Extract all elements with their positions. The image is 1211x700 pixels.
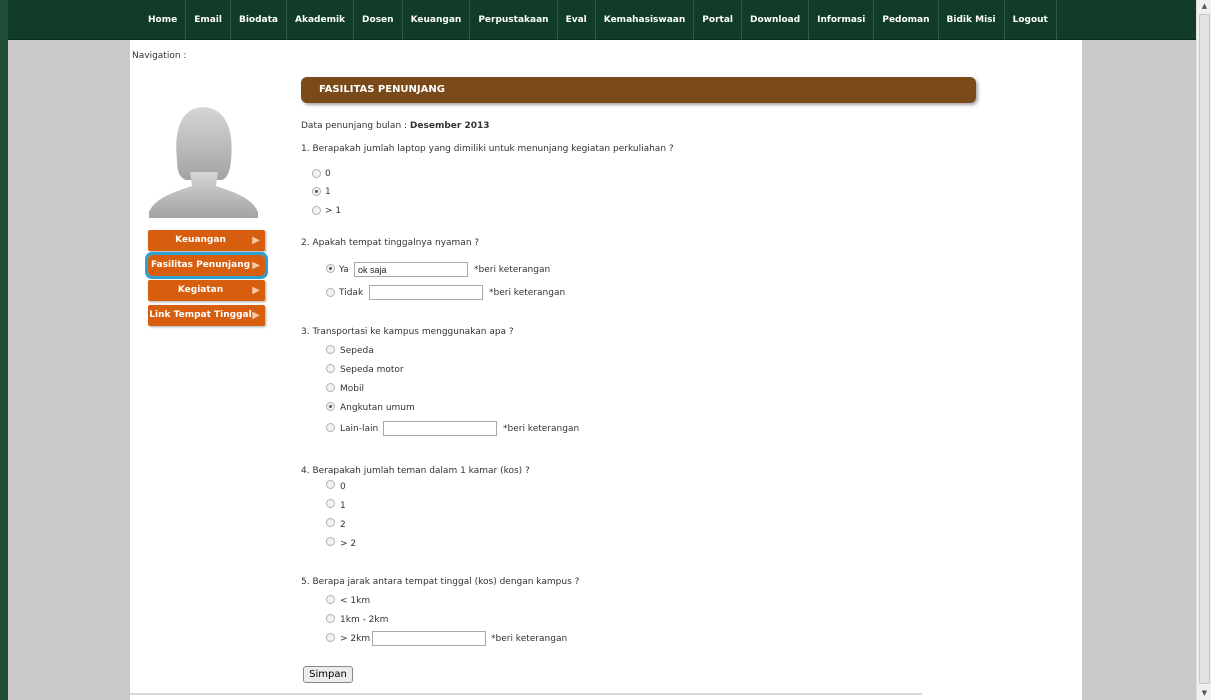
q2-ya-note: *beri keterangan bbox=[474, 265, 551, 275]
q2-radio-ya[interactable] bbox=[326, 264, 335, 273]
q4-option-label: 1 bbox=[340, 501, 346, 511]
period-value: Desember 2013 bbox=[409, 121, 490, 131]
window-frame-left bbox=[0, 0, 8, 700]
top-menu: Home Email Biodata Akademik Dosen Keuang… bbox=[140, 0, 1057, 40]
chevron-right-icon: ▶ bbox=[252, 310, 260, 321]
question-3: 3. Transportasi ke kampus menggunakan ap… bbox=[301, 327, 514, 337]
period-row: Data penunjang bulan : Desember 2013 bbox=[301, 121, 490, 131]
q3-option-label: Angkutan umum bbox=[340, 403, 415, 413]
question-1: 1. Berapakah jumlah laptop yang dimiliki… bbox=[301, 144, 674, 154]
q2-tidak-input[interactable] bbox=[369, 285, 483, 300]
q1-option-label: 1 bbox=[325, 187, 331, 197]
q3-option-label: Sepeda bbox=[340, 346, 374, 356]
q4-radio-1[interactable] bbox=[326, 499, 335, 508]
q4-radio-0[interactable] bbox=[326, 480, 335, 489]
q1-radio-1[interactable] bbox=[312, 187, 321, 196]
chevron-right-icon: ▶ bbox=[252, 260, 260, 271]
navigation-label: Navigation : bbox=[132, 51, 187, 61]
q3-other-input[interactable] bbox=[383, 421, 497, 436]
q3-radio-sepeda-motor[interactable] bbox=[326, 364, 335, 373]
sidebar-button-label: Keuangan bbox=[175, 235, 226, 245]
q5-radio-less-1km[interactable] bbox=[326, 595, 335, 604]
q3-option-label: Lain-lain bbox=[340, 424, 379, 434]
q3-radio-lain-lain[interactable] bbox=[326, 423, 335, 432]
q1-option-label: > 1 bbox=[325, 206, 342, 216]
sidebar-button-link-tempat-tinggal[interactable]: Link Tempat Tinggal ▶ bbox=[148, 305, 265, 326]
q5-option-label: < 1km bbox=[340, 596, 371, 606]
sidebar-button-keuangan[interactable]: Keuangan ▶ bbox=[148, 230, 265, 251]
nav-eval[interactable]: Eval bbox=[558, 0, 596, 40]
scrollbar-thumb[interactable] bbox=[1199, 14, 1210, 684]
q5-option-label: 1km - 2km bbox=[340, 615, 389, 625]
chevron-right-icon: ▶ bbox=[252, 285, 260, 296]
q2-radio-tidak[interactable] bbox=[326, 288, 335, 297]
section-header: FASILITAS PENUNJANG bbox=[301, 77, 976, 103]
q5-other-input[interactable] bbox=[372, 631, 486, 646]
nav-home[interactable]: Home bbox=[140, 0, 187, 40]
vertical-scrollbar[interactable]: ▲ ▼ bbox=[1196, 0, 1211, 700]
question-4: 4. Berapakah jumlah teman dalam 1 kamar … bbox=[301, 466, 530, 476]
q5-option-label: > 2km bbox=[340, 634, 371, 644]
q1-option-label: 0 bbox=[325, 169, 331, 179]
main-content-panel bbox=[130, 40, 1082, 700]
q1-radio-2[interactable] bbox=[312, 206, 321, 215]
chevron-right-icon: ▶ bbox=[252, 235, 260, 246]
footer-divider bbox=[130, 693, 922, 695]
nav-email[interactable]: Email bbox=[186, 0, 231, 40]
question-2: 2. Apakah tempat tinggalnya nyaman ? bbox=[301, 238, 480, 248]
save-button[interactable]: Simpan bbox=[303, 666, 353, 683]
sidebar-button-kegiatan[interactable]: Kegiatan ▶ bbox=[148, 280, 265, 301]
q3-radio-mobil[interactable] bbox=[326, 383, 335, 392]
sidebar-button-label: Link Tempat Tinggal bbox=[149, 310, 252, 320]
nav-kemahasiswaan[interactable]: Kemahasiswaan bbox=[596, 0, 695, 40]
q1-radio-0[interactable] bbox=[312, 169, 321, 178]
q5-radio-more-2km[interactable] bbox=[326, 633, 335, 642]
q4-option-label: 0 bbox=[340, 482, 346, 492]
q2-option-label: Ya bbox=[339, 265, 349, 275]
q3-radio-sepeda[interactable] bbox=[326, 345, 335, 354]
q4-option-label: 2 bbox=[340, 520, 346, 530]
nav-pedoman[interactable]: Pedoman bbox=[874, 0, 939, 40]
q2-option-label: Tidak bbox=[339, 288, 364, 298]
scroll-up-icon[interactable]: ▲ bbox=[1200, 2, 1209, 11]
scroll-down-icon[interactable]: ▼ bbox=[1200, 689, 1209, 698]
q2-tidak-note: *beri keterangan bbox=[489, 288, 566, 298]
q5-radio-1-2km[interactable] bbox=[326, 614, 335, 623]
nav-keuangan[interactable]: Keuangan bbox=[403, 0, 471, 40]
nav-informasi[interactable]: Informasi bbox=[809, 0, 875, 40]
avatar-placeholder-icon bbox=[149, 107, 258, 218]
q4-radio-2[interactable] bbox=[326, 518, 335, 527]
top-navigation-bar: Home Email Biodata Akademik Dosen Keuang… bbox=[8, 0, 1196, 40]
q3-option-label: Sepeda motor bbox=[340, 365, 404, 375]
nav-perpustakaan[interactable]: Perpustakaan bbox=[470, 0, 558, 40]
nav-akademik[interactable]: Akademik bbox=[287, 0, 355, 40]
q3-radio-angkutan-umum[interactable] bbox=[326, 402, 335, 411]
q4-option-label: > 2 bbox=[340, 539, 357, 549]
sidebar-button-fasilitas-penunjang[interactable]: Fasilitas Penunjang ▶ bbox=[145, 252, 268, 279]
q3-option-label: Mobil bbox=[340, 384, 364, 394]
nav-download[interactable]: Download bbox=[742, 0, 810, 40]
nav-bidik-misi[interactable]: Bidik Misi bbox=[939, 0, 1005, 40]
q2-ya-input[interactable] bbox=[354, 262, 468, 277]
sidebar-button-label: Fasilitas Penunjang bbox=[150, 260, 251, 270]
nav-dosen[interactable]: Dosen bbox=[354, 0, 403, 40]
q3-other-note: *beri keterangan bbox=[503, 424, 580, 434]
sidebar-button-label: Kegiatan bbox=[177, 285, 224, 295]
q5-other-note: *beri keterangan bbox=[491, 634, 568, 644]
q4-radio-more-than-2[interactable] bbox=[326, 537, 335, 546]
nav-logout[interactable]: Logout bbox=[1005, 0, 1057, 40]
period-label: Data penunjang bulan : bbox=[301, 121, 408, 131]
nav-portal[interactable]: Portal bbox=[694, 0, 742, 40]
question-5: 5. Berapa jarak antara tempat tinggal (k… bbox=[301, 577, 580, 587]
nav-biodata[interactable]: Biodata bbox=[231, 0, 288, 40]
